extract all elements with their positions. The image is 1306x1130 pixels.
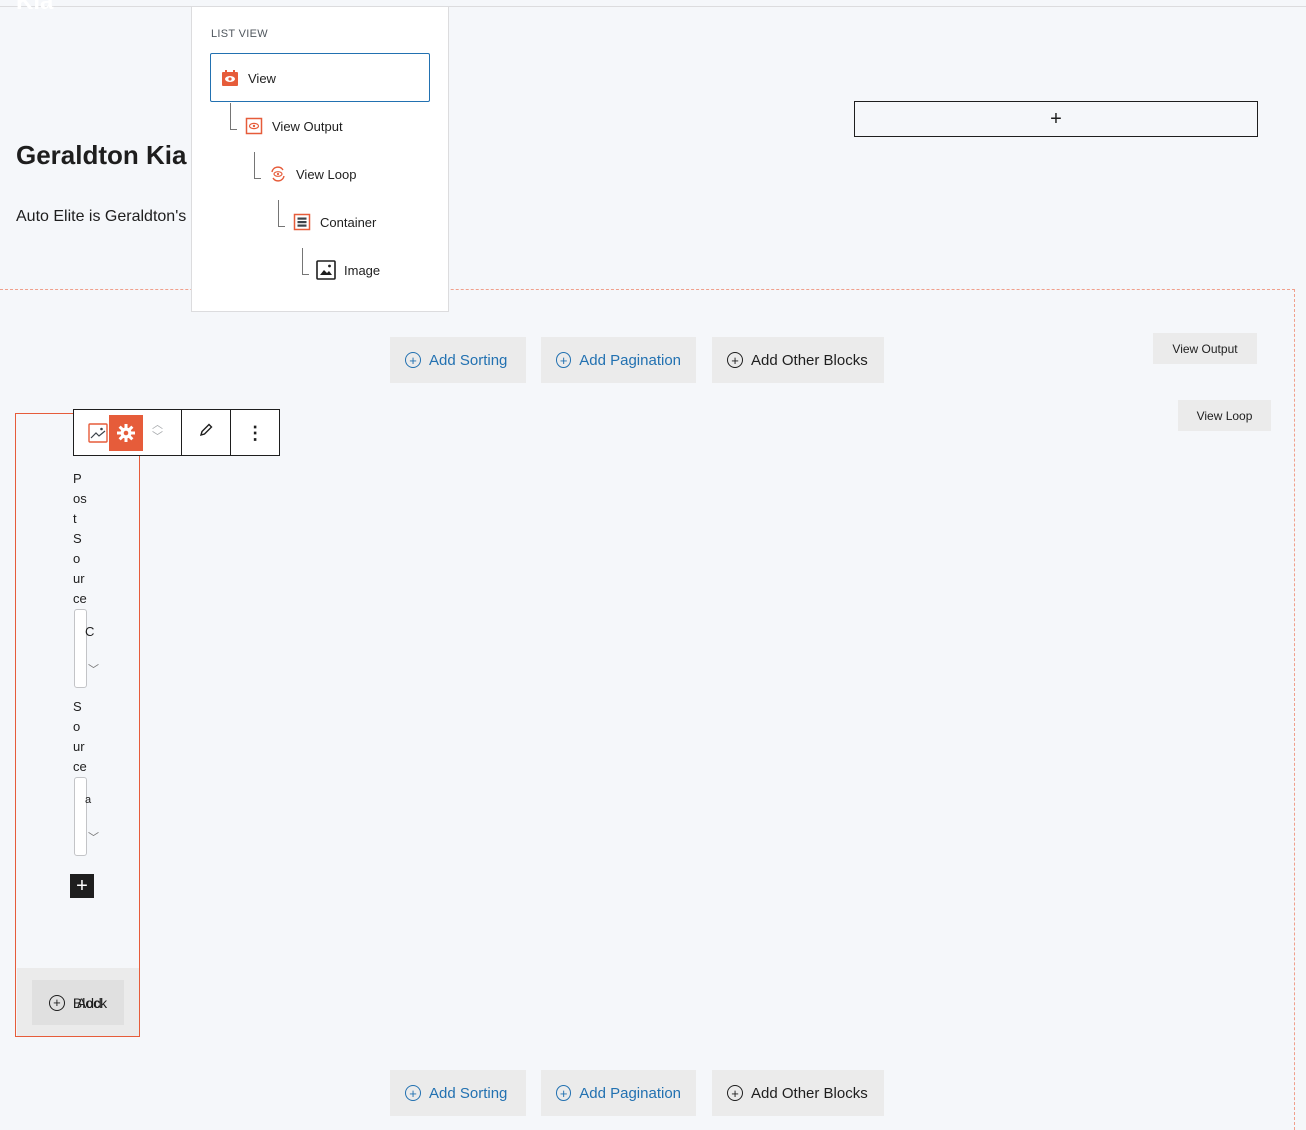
source-label: S o ur ce xyxy=(73,699,87,774)
view-icon xyxy=(220,68,240,88)
list-item-container[interactable]: Container xyxy=(292,210,376,234)
list-item-view[interactable]: View xyxy=(220,66,276,90)
add-sorting-button-bottom[interactable]: + Add Sorting xyxy=(390,1070,526,1116)
tree-connector xyxy=(302,248,309,275)
gear-icon[interactable] xyxy=(109,415,143,451)
plus-circle-icon: + xyxy=(405,1085,421,1101)
source-select[interactable]: a xyxy=(74,777,91,856)
view-output-icon xyxy=(244,116,264,136)
plus-circle-icon: + xyxy=(48,994,65,1011)
add-block-button[interactable]: + Block Add xyxy=(32,980,124,1025)
add-other-blocks-button[interactable]: + Add Other Blocks xyxy=(712,337,884,383)
header-partial-text: Kia xyxy=(16,0,54,15)
add-other-blocks-label: Add Other Blocks xyxy=(751,1084,868,1102)
add-pagination-button[interactable]: + Add Pagination xyxy=(541,337,696,383)
more-options-button[interactable]: ⋮ xyxy=(231,410,279,455)
post-source-select[interactable]: C xyxy=(74,609,94,688)
chevron-down-icon: ﹀ xyxy=(88,832,99,844)
post-source-value: C xyxy=(85,624,95,639)
image-icon xyxy=(316,260,336,280)
page-title: Geraldton Kia xyxy=(16,140,187,170)
toolbar-block-switcher: ︿ ﹀ xyxy=(74,410,183,455)
view-loop-label-button[interactable]: View Loop xyxy=(1178,400,1271,431)
image-icon[interactable] xyxy=(88,423,108,448)
list-item-label: View Loop xyxy=(296,166,357,182)
chevron-down-icon: ﹀ xyxy=(88,664,99,676)
list-view-heading: LIST VIEW xyxy=(211,28,268,40)
tree-connector xyxy=(254,152,261,179)
block-appender-button[interactable]: + xyxy=(854,101,1258,137)
list-item-image[interactable]: Image xyxy=(316,258,380,282)
add-sorting-label: Add Sorting xyxy=(429,1084,508,1102)
post-source-label: P os t S o ur ce xyxy=(73,471,87,606)
source-value: a xyxy=(85,794,92,806)
list-item-view-output[interactable]: View Output xyxy=(244,114,343,138)
list-item-label: Image xyxy=(344,262,381,278)
more-vertical-icon: ⋮ xyxy=(246,422,265,443)
add-sorting-label: Add Sorting xyxy=(429,351,508,369)
page-description: Auto Elite is Geraldton's xyxy=(16,208,187,225)
add-sorting-button[interactable]: + Add Sorting xyxy=(390,337,526,383)
move-up-down-icon[interactable]: ︿ ﹀ xyxy=(152,419,163,443)
view-loop-icon xyxy=(268,164,288,184)
add-pagination-label: Add Pagination xyxy=(579,1084,681,1102)
add-pagination-label: Add Pagination xyxy=(579,351,681,369)
inserter-plus-button[interactable]: + xyxy=(70,874,94,898)
view-output-label-button[interactable]: View Output xyxy=(1153,333,1257,364)
plus-circle-icon: + xyxy=(556,352,572,368)
pencil-icon xyxy=(198,422,214,443)
add-block-label: Block Add xyxy=(72,994,108,1011)
plus-circle-icon: + xyxy=(556,1085,572,1101)
list-item-label: View xyxy=(248,70,276,86)
add-other-blocks-button-bottom[interactable]: + Add Other Blocks xyxy=(712,1070,884,1116)
tree-connector xyxy=(230,103,237,130)
add-pagination-button-bottom[interactable]: + Add Pagination xyxy=(541,1070,696,1116)
tree-connector xyxy=(278,200,285,227)
block-toolbar: ︿ ﹀ ⋮ xyxy=(73,409,280,456)
plus-circle-icon: + xyxy=(405,352,421,368)
plus-circle-icon: + xyxy=(727,352,743,368)
add-other-blocks-label: Add Other Blocks xyxy=(751,351,868,369)
edit-button[interactable] xyxy=(182,410,232,455)
plus-circle-icon: + xyxy=(727,1085,743,1101)
list-item-label: Container xyxy=(320,214,377,230)
container-icon xyxy=(292,212,312,232)
list-item-view-loop[interactable]: View Loop xyxy=(268,162,356,186)
list-view-panel: LIST VIEW View View Output View Loop Con… xyxy=(191,6,449,312)
list-item-label: View Output xyxy=(272,118,343,134)
